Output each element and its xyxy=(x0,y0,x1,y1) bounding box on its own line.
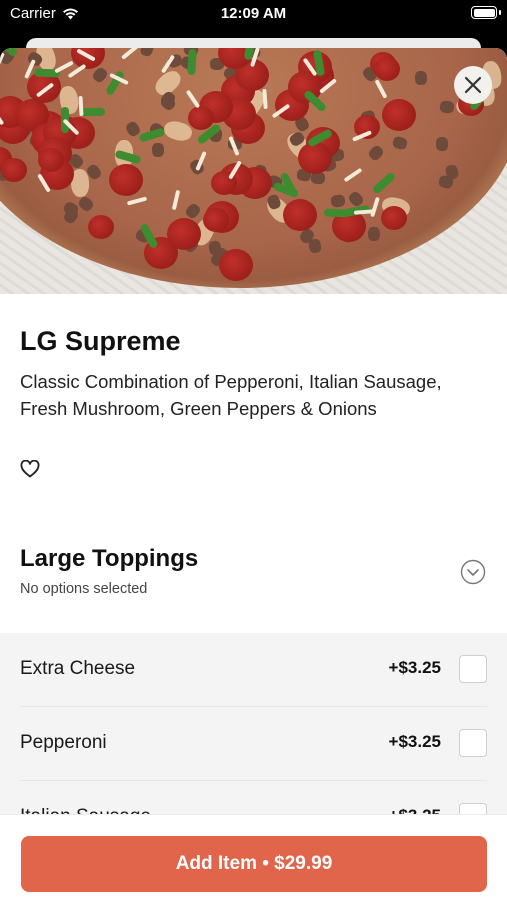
add-item-button[interactable]: Add Item • $29.99 xyxy=(21,836,487,892)
battery-icon xyxy=(471,6,501,19)
toppings-section-subtitle: No options selected xyxy=(20,581,148,597)
option-checkbox[interactable] xyxy=(459,729,487,757)
onion-topping xyxy=(353,208,374,215)
option-checkbox[interactable] xyxy=(459,655,487,683)
sausage-topping xyxy=(367,227,380,242)
footer-bar: Add Item • $29.99 xyxy=(0,814,507,900)
option-label: Pepperoni xyxy=(20,732,107,753)
close-button[interactable] xyxy=(454,66,492,104)
pep-topping xyxy=(283,198,318,231)
sausage-topping xyxy=(436,137,449,152)
item-description: Classic Combination of Pepperoni, Italia… xyxy=(20,371,442,419)
item-title: LG Supreme xyxy=(20,326,181,356)
pep-topping xyxy=(187,105,214,130)
option-label: Extra Cheese xyxy=(20,658,136,679)
pepper-topping xyxy=(323,208,350,218)
close-icon xyxy=(464,76,482,94)
sausage-topping xyxy=(439,100,455,114)
status-bar: Carrier 12:09 AM xyxy=(0,0,507,30)
onion-topping xyxy=(78,95,84,116)
option-row-extra-cheese[interactable]: Extra Cheese +$3.25 xyxy=(0,633,507,707)
chevron-down-icon[interactable] xyxy=(460,559,486,585)
toppings-section-title: Large Toppings xyxy=(20,545,199,572)
favorite-heart-icon[interactable] xyxy=(20,460,40,478)
pep-topping xyxy=(38,147,65,172)
pizza-image xyxy=(0,48,507,294)
pep-topping xyxy=(297,142,332,175)
pep-topping xyxy=(0,158,27,183)
option-price: +$3.25 xyxy=(388,732,441,751)
sausage-topping xyxy=(151,142,164,157)
status-time: 12:09 AM xyxy=(220,5,287,22)
pep-topping xyxy=(382,98,417,131)
option-row-pepperoni[interactable]: Pepperoni +$3.25 xyxy=(0,707,507,781)
pep-topping xyxy=(167,218,202,251)
item-detail-sheet: LG Supreme Classic Combination of Pepper… xyxy=(0,48,507,900)
pepper-topping xyxy=(187,49,197,76)
pep-topping xyxy=(374,56,401,81)
option-price: +$3.25 xyxy=(388,658,441,677)
sausage-topping xyxy=(414,70,427,86)
